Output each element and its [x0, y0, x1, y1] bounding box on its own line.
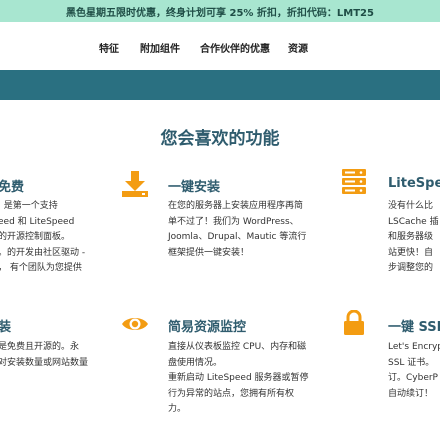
feature-free-line: eed 和 LiteSpeed — [0, 216, 75, 227]
eye-icon — [122, 318, 148, 330]
feature-ssl-line: Let's Encryp — [388, 342, 440, 352]
promo-banner[interactable]: 黑色星期五限时优惠，终身计划可享 25% 折扣，折扣代码：LMT25 — [0, 0, 440, 22]
feature-monitor-line: 重新启动 LiteSpeed 服务器或暂停 — [168, 373, 309, 383]
server-icon — [342, 169, 366, 194]
feature-monitor-line: 行为异常的站点，您拥有所有权 — [168, 388, 295, 399]
feature-ssl-title: 一键 SSL — [388, 320, 440, 335]
feature-monitor-line: 力。 — [168, 404, 187, 414]
lock-icon — [344, 310, 364, 335]
feature-litespeed-clip: LiteSpee 没有什么比 LSCache 插 和服务器级 站更快！自 步调整… — [388, 170, 440, 280]
main-nav: 特征 附加组件 合作伙伴的优惠 资源 — [0, 22, 440, 70]
feature-free-line: 。的开发由社区驱动 - — [0, 247, 86, 258]
feature-free-line: ， 有个团队为您提供 — [0, 263, 82, 273]
feature-ssl-line: 订。CyberP — [388, 373, 438, 383]
nav-item-resources[interactable]: 资源 — [288, 40, 308, 55]
feature-open-source-line: 对安装数量或网站数量 — [0, 357, 89, 368]
feature-install-partial-body: 是免费且开源的。永 对安装数量或网站数量 — [0, 340, 88, 371]
feature-litespeed-line: 没有什么比 — [388, 201, 434, 211]
feature-resource-monitor-title: 简易资源监控 — [168, 320, 247, 335]
nav-item-features[interactable]: 特征 — [99, 40, 119, 55]
feature-litespeed-line: 步调整您的 — [388, 263, 434, 273]
feature-install-partial-title: 装 — [0, 320, 12, 335]
feature-ssl-line: 自动续订！ — [388, 388, 434, 399]
feature-install-line: 框架提供一键安装！ — [168, 247, 250, 258]
download-icon — [122, 171, 148, 197]
feature-resource-monitor-body: 直接从仪表板监控 CPU、内存和磁 盘使用情况。 重新启动 LiteSpeed … — [168, 340, 309, 418]
feature-litespeed-line: LSCache 插 — [388, 216, 439, 227]
feature-free-title: 免费 — [0, 180, 25, 195]
feature-free-line: , 是第一个支持 — [0, 201, 58, 211]
feature-litespeed-title: LiteSpee — [388, 176, 440, 191]
feature-open-source-line: 是免费且开源的。永 — [0, 342, 80, 352]
feature-litespeed-body: 没有什么比 LSCache 插 和服务器级 站更快！自 步调整您的 — [388, 199, 439, 277]
feature-free-line: 的开源控制面板。 — [0, 232, 71, 242]
feature-install-line: Joomla、Drupal、Mautic 等流行 — [168, 232, 307, 242]
feature-one-click-install-title: 一键安装 — [168, 180, 221, 195]
promo-text[interactable]: 黑色星期五限时优惠，终身计划可享 25% 折扣，折扣代码：LMT25 — [66, 4, 374, 19]
feature-ssl-body: Let's Encryp SSL 证书。 订。CyberP 自动续订！ — [388, 340, 440, 402]
feature-monitor-line: 盘使用情况。 — [168, 357, 223, 368]
feature-ssl-line: SSL 证书。 — [388, 357, 435, 368]
nav-item-partner-offers[interactable]: 合作伙伴的优惠 — [200, 40, 270, 55]
nav-item-addons[interactable]: 附加组件 — [140, 40, 180, 55]
feature-litespeed-line: 和服务器级 — [388, 232, 434, 242]
feature-litespeed-line: 站更快！自 — [388, 247, 434, 258]
hero-band — [0, 70, 440, 100]
feature-ssl-clip: 一键 SSL Let's Encryp SSL 证书。 订。CyberP 自动续… — [388, 310, 440, 410]
feature-install-line: 在您的服务器上安装应用程序再简 — [168, 201, 304, 211]
feature-monitor-line: 直接从仪表板监控 CPU、内存和磁 — [168, 342, 307, 352]
feature-install-line: 单不过了！我们为 WordPress、 — [168, 216, 299, 227]
section-title: 您会喜欢的功能 — [160, 129, 280, 149]
feature-one-click-install-body: 在您的服务器上安装应用程序再简 单不过了！我们为 WordPress、 Joom… — [168, 199, 306, 261]
feature-free-body: , 是第一个支持 eed 和 LiteSpeed 的开源控制面板。 。的开发由社… — [0, 199, 85, 277]
